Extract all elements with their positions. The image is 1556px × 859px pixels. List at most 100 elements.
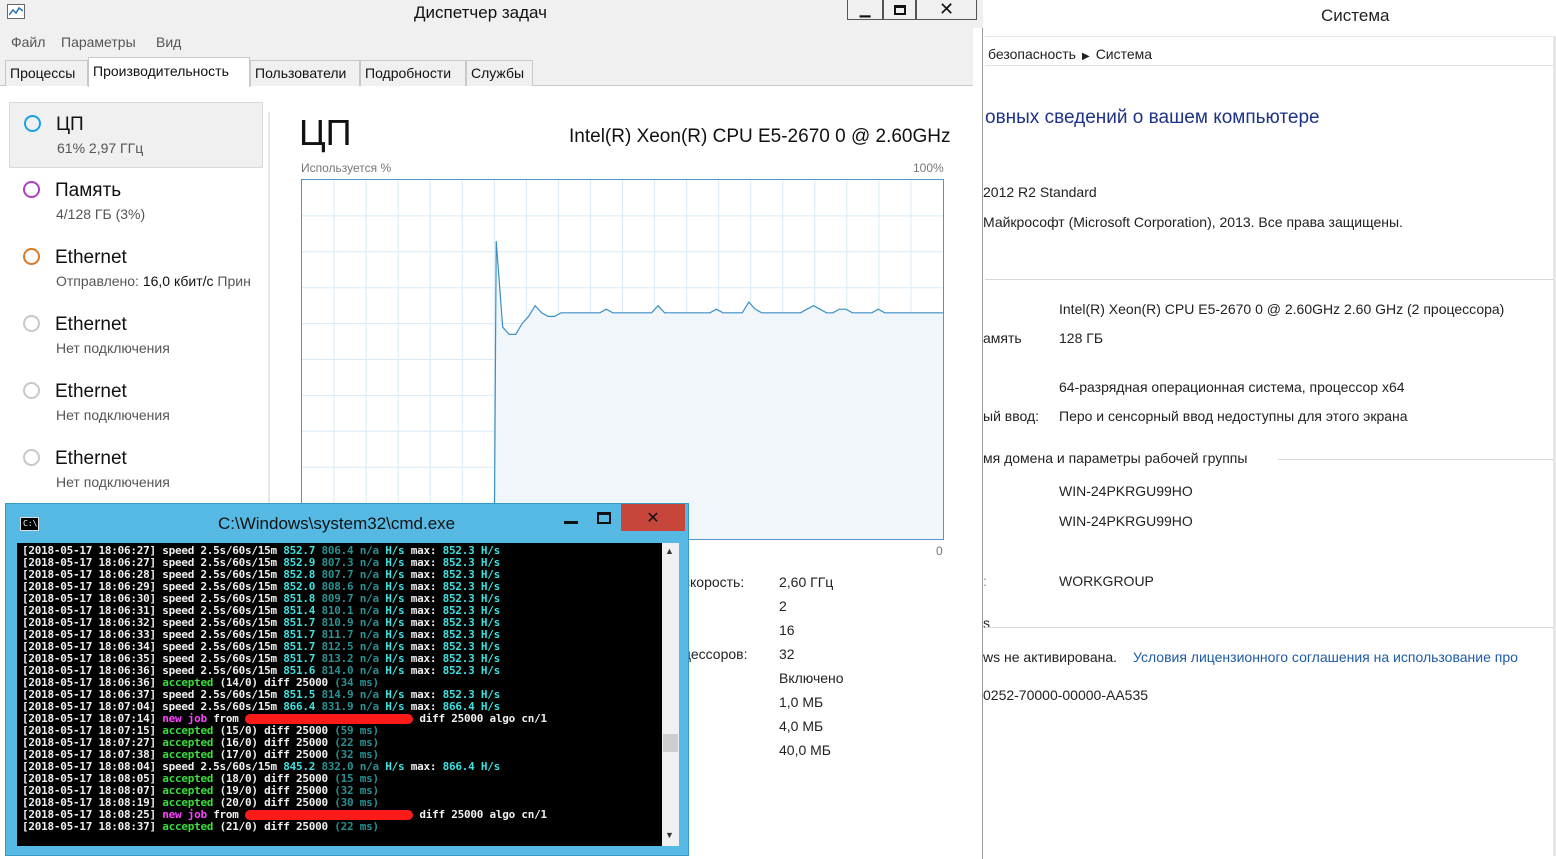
menu-options[interactable]: Параметры (61, 34, 136, 50)
resource-cpu[interactable]: ЦП 61% 2,97 ГГц (9, 102, 263, 168)
system-type-value: 64-разрядная операционная система, проце… (1059, 379, 1405, 395)
full-name-value: WIN-24PKRGU99HO (1059, 513, 1193, 529)
cmd-window: C:\ C:\Windows\system32\cmd.exe ✕ [2018-… (5, 503, 689, 856)
pen-touch-value: Перо и сенсорный ввод недоступны для это… (1059, 408, 1408, 424)
cpu-model: Intel(R) Xeon(R) CPU E5-2670 0 @ 2.60GHz (569, 126, 951, 147)
divider (985, 627, 1556, 628)
activation-status: ws не активирована. (983, 649, 1118, 665)
l1-cache-value: 1,0 МБ (779, 694, 824, 710)
speed-value: 2,60 ГГц (779, 574, 834, 590)
resource-sub: Нет подключения (56, 407, 170, 423)
breadcrumb-item[interactable]: безопасность (988, 46, 1076, 62)
minimize-icon (564, 521, 578, 524)
virtualization-value: Включено (779, 670, 844, 686)
divider (1278, 459, 1556, 460)
breadcrumb: безопасность ▶ Система (988, 46, 1152, 62)
ram-value: 128 ГБ (1059, 330, 1104, 346)
tab-performance[interactable]: Производительность (88, 57, 250, 87)
minimize-button[interactable]: ▁ (847, 0, 883, 20)
divider (985, 279, 1556, 280)
tab-bar: Процессы Производительность Пользователи… (0, 56, 973, 87)
resource-name: ЦП (56, 114, 84, 135)
copyright-text: Майкрософт (Microsoft Corporation), 2013… (983, 214, 1403, 230)
resource-sub: Нет подключения (56, 474, 170, 490)
cores-value: 16 (779, 622, 795, 638)
resource-memory[interactable]: Память 4/128 ГБ (3%) (9, 169, 263, 235)
logical-processors-label: цессоров: (683, 646, 748, 662)
resource-list-scrollbar[interactable] (268, 112, 270, 512)
resource-sub: Нет подключения (56, 340, 170, 356)
redacted-pool-address (245, 810, 414, 820)
maximize-icon (597, 511, 611, 524)
console-output[interactable]: [2018-05-17 18:06:27] speed 2.5s/60s/15m… (17, 543, 662, 846)
close-icon: ✕ (646, 509, 660, 527)
menu-file[interactable]: Файл (11, 34, 45, 50)
menu-bar: Файл Параметры Вид (0, 28, 973, 56)
cpu-usage-svg (302, 180, 943, 540)
close-button[interactable]: ✕ (916, 0, 977, 20)
cmd-close-button[interactable]: ✕ (621, 504, 685, 531)
redacted-pool-address (245, 714, 414, 724)
resource-ethernet[interactable]: Ethernet Нет подключения (9, 437, 263, 503)
resource-name: Ethernet (55, 314, 127, 335)
console-line: [2018-05-17 18:08:37] accepted (21/0) di… (22, 820, 379, 833)
task-manager-icon (7, 4, 25, 19)
resource-sub: Отправлено: 16,0 кбит/с Прин (56, 273, 266, 289)
pen-touch-label: ый ввод: (983, 408, 1040, 424)
resource-name: Ethernet (55, 247, 127, 268)
tab-services[interactable]: Службы (466, 60, 533, 86)
activation-section-header: s (983, 615, 990, 631)
speed-label: скорость: (683, 574, 745, 590)
sockets-value: 2 (779, 598, 787, 614)
tab-details[interactable]: Подробности (360, 60, 466, 86)
cpu-title: ЦП (299, 112, 352, 153)
graph-label: Используется % (301, 161, 392, 175)
ethernet-ring-icon (23, 248, 40, 265)
menu-view[interactable]: Вид (156, 34, 181, 50)
cmd-icon: C:\ (20, 517, 39, 531)
scroll-down-icon[interactable]: ▼ (665, 830, 674, 840)
tab-users[interactable]: Пользователи (250, 60, 360, 86)
resource-name: Ethernet (55, 381, 127, 402)
cmd-minimize-button[interactable] (555, 504, 587, 531)
license-terms-link[interactable]: Условия лицензионного соглашения на испо… (1133, 649, 1518, 665)
task-manager-titlebar: Диспетчер задач ▁ ✕ (0, 0, 983, 28)
workgroup-value: WORKGROUP (1059, 573, 1154, 589)
maximize-button[interactable] (883, 0, 916, 20)
system-heading: овных сведений о вашем компьютере (985, 107, 1320, 128)
resource-ethernet[interactable]: Ethernet Отправлено: 16,0 кбит/с Прин (9, 236, 263, 302)
scrollbar-thumb[interactable] (663, 734, 678, 752)
processor-value: Intel(R) Xeon(R) CPU E5-2670 0 @ 2.60GHz… (1059, 301, 1505, 317)
restore-icon (893, 4, 906, 15)
sent-value: 16,0 кбит/с (142, 273, 214, 289)
resource-ethernet[interactable]: Ethernet Нет подключения (9, 370, 263, 436)
system-title: Система (1321, 6, 1390, 25)
graph-max-label: 100% (913, 161, 944, 175)
logical-processors-value: 32 (779, 646, 795, 662)
close-icon: ✕ (938, 0, 955, 19)
product-id: 0252-70000-00000-AA535 (983, 687, 1149, 703)
graph-min-label: 0 (936, 544, 943, 558)
ethernet-ring-icon (23, 315, 40, 332)
resource-ethernet[interactable]: Ethernet Нет подключения (9, 303, 263, 369)
minimize-icon: ▁ (859, 1, 871, 17)
l3-cache-value: 40,0 МБ (779, 742, 831, 758)
resource-name: Память (55, 180, 122, 201)
sent-label: Отправлено: (56, 273, 143, 289)
cmd-maximize-button[interactable] (587, 504, 621, 531)
chevron-right-icon: ▶ (1081, 51, 1090, 62)
tab-processes[interactable]: Процессы (5, 60, 88, 86)
ram-label: амять (983, 330, 1022, 346)
task-manager-title: Диспетчер задач (414, 3, 547, 22)
resource-name: Ethernet (55, 448, 127, 469)
scroll-up-icon[interactable]: ▲ (665, 546, 674, 556)
resource-sub: 4/128 ГБ (3%) (56, 206, 146, 222)
breadcrumb-item[interactable]: Система (1096, 46, 1152, 62)
memory-ring-icon (23, 181, 40, 198)
ethernet-ring-icon (23, 382, 40, 399)
cpu-ring-icon (24, 115, 41, 132)
cpu-usage-graph (301, 179, 944, 540)
computer-name-value: WIN-24PKRGU99HO (1059, 483, 1193, 499)
domain-section-header: мя домена и параметры рабочей группы (983, 450, 1248, 466)
console-scrollbar[interactable]: ▲ ▼ (662, 543, 679, 846)
